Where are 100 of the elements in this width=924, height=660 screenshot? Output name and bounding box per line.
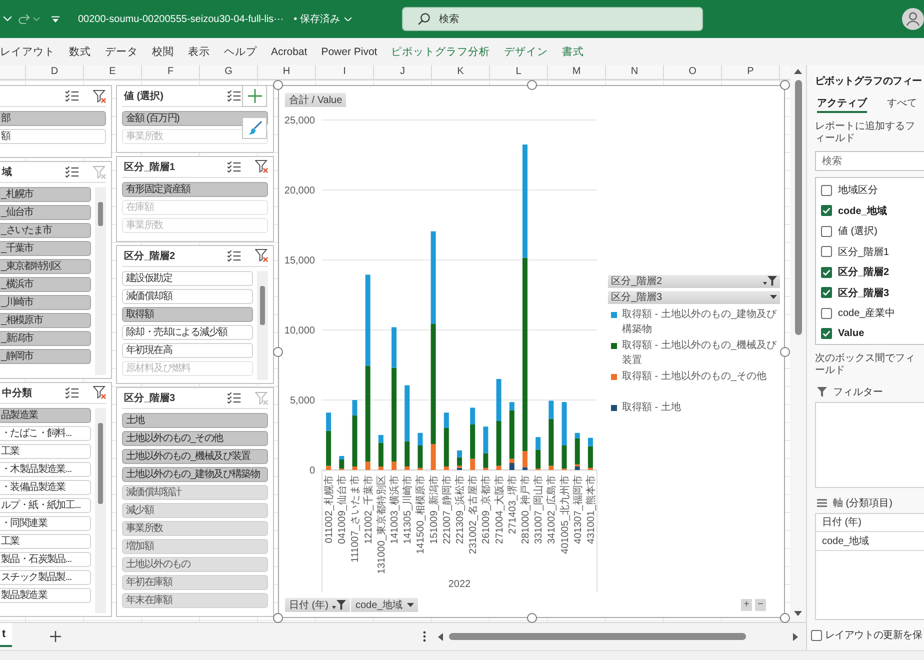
field-label[interactable]: Value xyxy=(838,328,864,340)
chevron-down-icon[interactable] xyxy=(344,16,352,22)
slicer-item[interactable]: 製品製造業 xyxy=(0,588,91,603)
ribbon-tab[interactable]: 表示 xyxy=(188,44,210,58)
area-field-item[interactable]: code_地域 xyxy=(816,533,924,551)
field-label[interactable]: 区分_階層2 xyxy=(838,265,890,280)
chevron-down-icon[interactable] xyxy=(3,16,12,22)
slicer-item[interactable]: _相模原市 xyxy=(0,313,91,328)
search-field[interactable]: 検索 xyxy=(815,151,924,171)
resize-handle[interactable] xyxy=(780,346,790,356)
resize-handle[interactable] xyxy=(273,346,283,356)
column-header[interactable]: E xyxy=(84,65,142,79)
ribbon-tab[interactable]: Power Pivot xyxy=(321,46,378,58)
slicer-item[interactable]: ルプ・紙・紙加工... xyxy=(0,498,91,513)
column-header[interactable]: L xyxy=(490,65,548,79)
scroll-right-icon[interactable] xyxy=(793,632,798,640)
slicer-item[interactable]: ・同関連業 xyxy=(0,516,91,531)
resize-handle[interactable] xyxy=(273,613,283,623)
collapse-button[interactable]: − xyxy=(755,599,766,611)
slicer-item[interactable]: 工業 xyxy=(0,444,91,459)
slicer-item[interactable]: 減価償却額 xyxy=(122,288,253,304)
checkbox[interactable] xyxy=(821,328,832,340)
slicer-item[interactable]: 品製造業 xyxy=(0,408,91,423)
slicer-item[interactable]: 金額 (百万円) xyxy=(122,111,268,126)
scroll-down-icon[interactable] xyxy=(794,611,802,616)
clear-filter-icon[interactable] xyxy=(255,249,268,262)
slicer-item[interactable]: 部 xyxy=(0,111,106,126)
filter-dropdown-icon[interactable] xyxy=(763,276,777,286)
column-header[interactable]: P xyxy=(722,65,780,79)
checkbox[interactable] xyxy=(811,630,822,640)
axis-field-button[interactable]: code_地域 xyxy=(351,598,418,612)
save-status[interactable]: • 保存済み xyxy=(294,12,340,26)
multi-select-icon[interactable] xyxy=(65,386,79,399)
checkbox[interactable] xyxy=(821,266,832,278)
slicer-item[interactable]: _新潟市 xyxy=(0,331,91,346)
slicer-item[interactable]: 製品・石炭製品... xyxy=(0,552,91,567)
slicer-item[interactable]: _横浜市 xyxy=(0,277,91,292)
column-header[interactable]: G xyxy=(200,65,258,79)
slicer-item[interactable]: 土地 xyxy=(122,413,268,428)
caret-down-icon[interactable] xyxy=(406,603,414,607)
column-header[interactable]: I xyxy=(316,65,374,79)
column-header[interactable]: J xyxy=(374,65,432,79)
filter-dropdown-icon[interactable] xyxy=(332,600,346,610)
slicer-item[interactable]: 土地以外のもの_その他 xyxy=(122,431,268,446)
slicer-item[interactable]: ・装備品製造業 xyxy=(0,480,91,495)
column-header[interactable]: O xyxy=(664,65,722,79)
multi-select-icon[interactable] xyxy=(227,160,241,173)
column-header[interactable]: F xyxy=(142,65,200,79)
scrollbar-thumb[interactable] xyxy=(98,202,103,226)
legend-field-button[interactable]: 区分_階層2 xyxy=(608,274,780,288)
resize-handle[interactable] xyxy=(526,80,536,90)
slicer-item[interactable]: 取得額 xyxy=(122,306,253,322)
slicer-item[interactable]: _札幌市 xyxy=(0,187,91,202)
add-element-button[interactable] xyxy=(242,85,267,107)
checkbox[interactable] xyxy=(821,246,832,258)
resize-handle[interactable] xyxy=(780,80,790,90)
scrollbar-thumb[interactable] xyxy=(98,422,103,504)
expand-button[interactable]: + xyxy=(741,599,752,611)
slicer-item[interactable]: 土地以外のもの_建物及び構築物 xyxy=(122,467,268,482)
scroll-up-icon[interactable] xyxy=(794,69,802,74)
ribbon-tab[interactable]: ヘルプ xyxy=(224,44,257,58)
slicer-item[interactable]: _さいたま市 xyxy=(0,223,91,238)
scroll-left-icon[interactable] xyxy=(438,632,443,640)
field-label[interactable]: 区分_階層1 xyxy=(838,244,890,259)
pane-tab[interactable]: アクティブ xyxy=(817,97,867,113)
chart-style-button[interactable] xyxy=(242,117,267,139)
slicer-item[interactable]: _東京都特別区 xyxy=(0,259,91,274)
slicer-item[interactable]: 土地以外のもの_機械及び装置 xyxy=(122,449,268,464)
resize-handle[interactable] xyxy=(780,613,790,623)
scrollbar-thumb[interactable] xyxy=(794,80,802,335)
slicer-item[interactable]: _静岡市 xyxy=(0,349,91,364)
slicer-item[interactable]: 工業 xyxy=(0,534,91,549)
redo-icon[interactable] xyxy=(18,14,30,24)
field-label[interactable]: 値 (選択) xyxy=(838,224,878,238)
checkbox[interactable] xyxy=(821,308,832,319)
ribbon-tab[interactable]: レイアウト xyxy=(0,44,55,58)
column-header[interactable]: H xyxy=(258,65,316,79)
slicer-item[interactable]: 額 xyxy=(0,129,106,144)
scrollbar-thumb[interactable] xyxy=(260,286,265,324)
slicer-item[interactable]: ・たばこ・飼料... xyxy=(0,426,91,441)
more-icon[interactable] xyxy=(423,631,426,642)
avatar-icon[interactable] xyxy=(902,8,924,30)
slicer-item[interactable]: スチック製品製... xyxy=(0,570,91,585)
slicer-item[interactable]: ・木製品製造業... xyxy=(0,462,91,477)
multi-select-icon[interactable] xyxy=(65,166,79,178)
plus-icon[interactable] xyxy=(50,631,61,642)
checkbox-label[interactable]: レイアウトの更新を保 xyxy=(825,628,922,642)
multi-select-icon[interactable] xyxy=(227,90,241,102)
ribbon-tab[interactable]: Acrobat xyxy=(271,46,308,58)
resize-handle[interactable] xyxy=(526,613,536,623)
ribbon-tab[interactable]: ピボットグラフ分析 xyxy=(391,44,490,58)
axis-field-button[interactable]: 日付 (年) xyxy=(285,598,350,612)
customize-icon[interactable] xyxy=(51,16,60,22)
checkbox[interactable] xyxy=(821,226,832,237)
slicer-item[interactable]: 有形固定資産額 xyxy=(122,182,268,197)
slicer-item[interactable]: _仙台市 xyxy=(0,205,91,220)
resize-handle[interactable] xyxy=(273,80,283,90)
clear-filter-icon[interactable] xyxy=(93,90,106,102)
column-header[interactable]: M xyxy=(548,65,606,79)
clear-filter-icon[interactable] xyxy=(255,160,268,174)
